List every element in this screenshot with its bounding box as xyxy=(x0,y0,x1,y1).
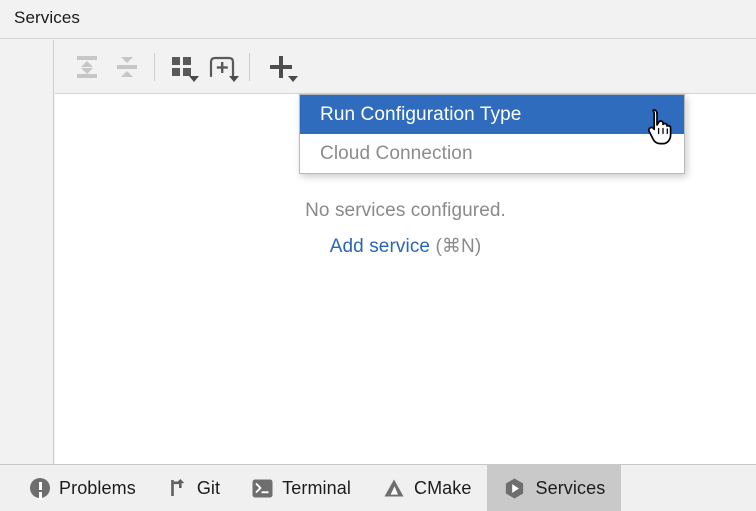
group-by-button[interactable] xyxy=(162,47,202,87)
chevron-down-icon xyxy=(189,76,199,82)
add-service-dropdown-menu: Run Configuration Type Cloud Connection xyxy=(299,94,685,174)
toolbar-separator xyxy=(249,53,250,81)
empty-state-message: No services configured. xyxy=(55,200,756,222)
terminal-icon xyxy=(252,479,273,498)
chevron-down-icon xyxy=(288,76,298,82)
bottom-tool-tabs: Problems Git Terminal xyxy=(0,464,756,511)
tab-git[interactable]: Git xyxy=(152,465,236,511)
collapse-all-button[interactable] xyxy=(107,47,147,87)
services-toolbar xyxy=(55,40,756,94)
problems-icon xyxy=(30,478,50,498)
add-service-button[interactable] xyxy=(261,47,301,87)
expand-all-button[interactable] xyxy=(67,47,107,87)
empty-state-action: Add service (⌘N) xyxy=(55,235,756,258)
menu-item-run-configuration-type[interactable]: Run Configuration Type xyxy=(300,95,684,134)
tab-services[interactable]: Services xyxy=(487,465,621,511)
expand-all-icon xyxy=(75,55,99,79)
tab-problems[interactable]: Problems xyxy=(14,465,152,511)
chevron-down-icon xyxy=(229,76,239,82)
new-tab-icon xyxy=(209,56,235,78)
tab-label: CMake xyxy=(414,478,472,499)
tab-label: Terminal xyxy=(282,478,351,499)
tab-label: Services xyxy=(535,478,605,499)
add-service-link[interactable]: Add service xyxy=(330,236,430,257)
add-tab-button[interactable] xyxy=(202,47,242,87)
services-tool-window: Services xyxy=(0,0,756,511)
services-icon xyxy=(503,477,526,500)
add-service-shortcut: (⌘N) xyxy=(435,236,481,257)
group-by-icon xyxy=(172,57,192,77)
tab-terminal[interactable]: Terminal xyxy=(236,465,367,511)
collapse-all-icon xyxy=(115,55,139,79)
tool-window-header: Services xyxy=(0,0,756,39)
tab-label: Problems xyxy=(59,478,136,499)
git-branch-icon xyxy=(168,478,188,498)
page-title: Services xyxy=(14,8,80,28)
left-rail xyxy=(0,40,54,464)
toolbar-separator xyxy=(154,53,155,81)
tab-label: Git xyxy=(197,478,220,499)
tab-cmake[interactable]: CMake xyxy=(367,465,488,511)
cmake-icon xyxy=(383,478,405,498)
menu-item-cloud-connection[interactable]: Cloud Connection xyxy=(300,134,684,173)
plus-icon xyxy=(270,56,292,78)
